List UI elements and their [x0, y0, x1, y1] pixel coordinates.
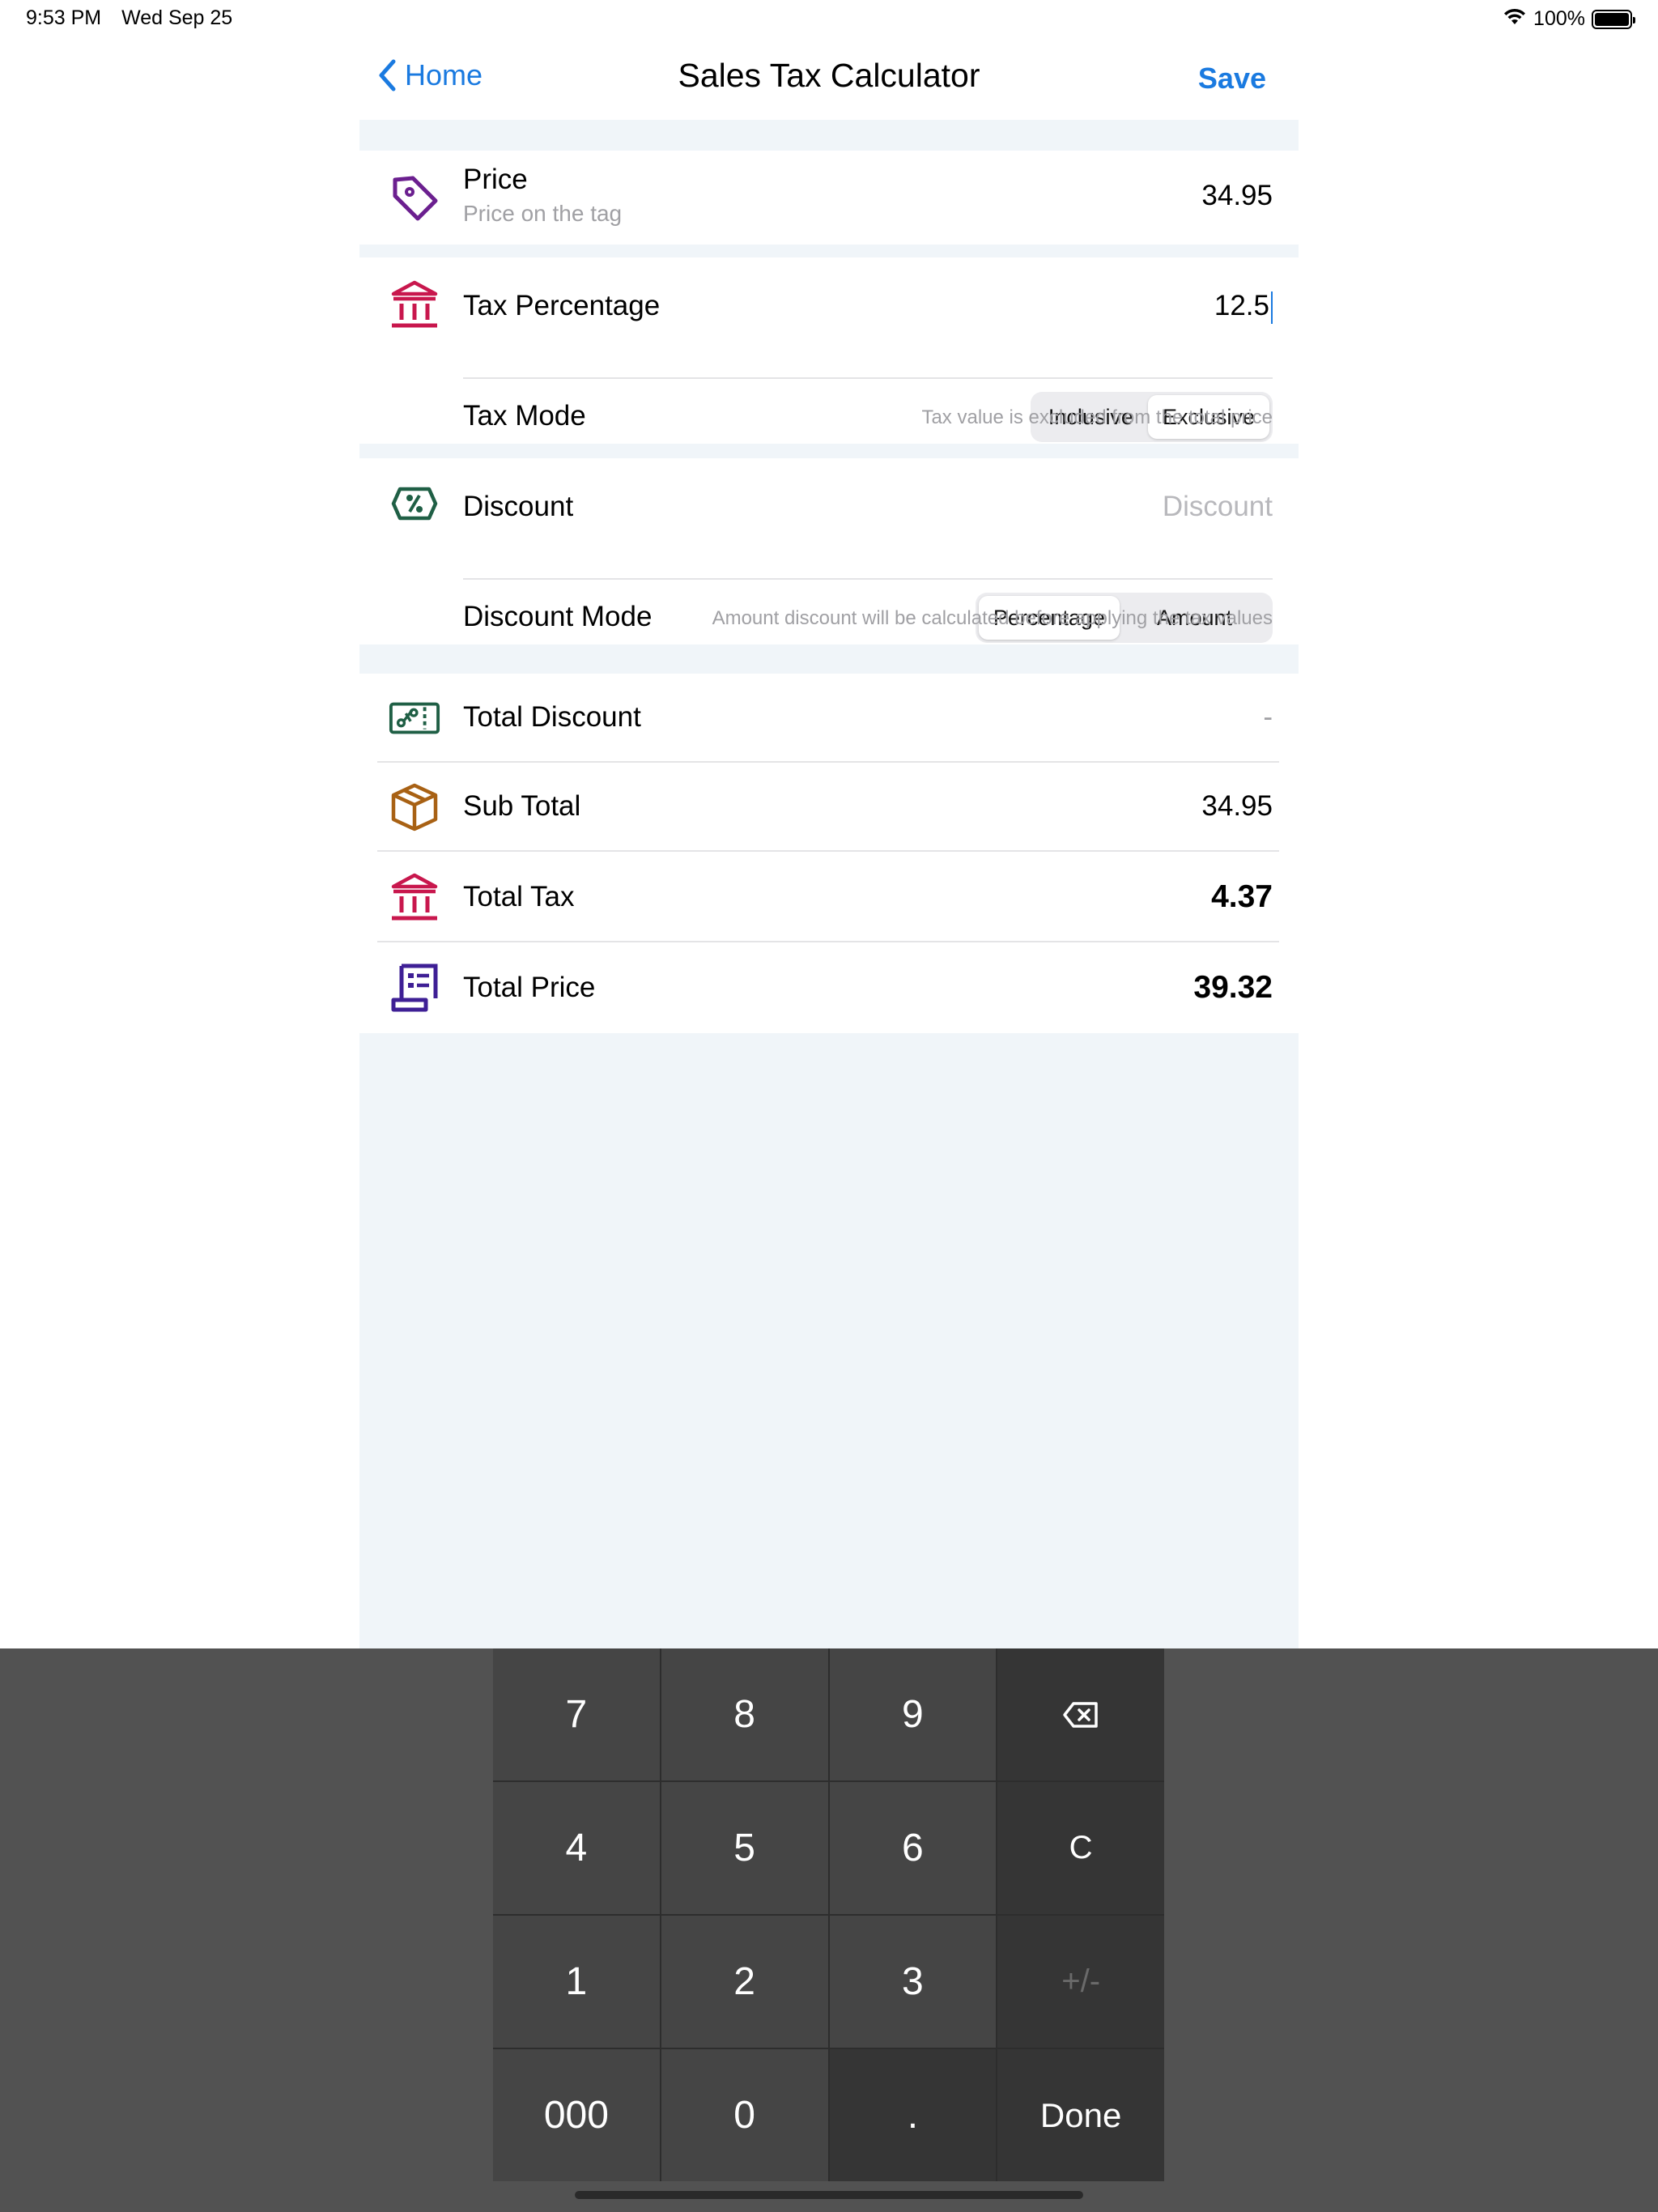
row-divider: [463, 578, 1273, 580]
receipt-icon: [389, 962, 440, 1014]
discount-mode-hint: Amount discount will be calculated befor…: [712, 607, 1273, 629]
text-caret: [1271, 291, 1273, 324]
backspace-icon: [1063, 1701, 1098, 1728]
key-backspace[interactable]: [997, 1648, 1164, 1780]
key-1[interactable]: 1: [493, 1916, 660, 2048]
box-icon: [389, 781, 440, 833]
keypad-grid: 7 8 9 4 5 6 C 1 2 3 +/- 000 0 . Done: [493, 1648, 1164, 2181]
status-time-date: 9:53 PM Wed Sep 25: [26, 6, 247, 30]
calculator-sheet: Home Sales Tax Calculator Save Price Pri…: [359, 40, 1299, 1648]
key-3[interactable]: 3: [829, 1916, 997, 2048]
status-time: 9:53 PM: [26, 6, 102, 29]
key-done[interactable]: Done: [997, 2049, 1164, 2181]
sub-total-value: 34.95: [1201, 790, 1273, 822]
sub-total-row: Sub Total 34.95: [359, 763, 1299, 852]
total-discount-value: -: [1263, 701, 1273, 733]
discount-mode-label: Discount Mode: [463, 601, 653, 632]
page-title: Sales Tax Calculator: [678, 57, 980, 94]
total-discount-row: Total Discount -: [359, 674, 1299, 763]
total-tax-label: Total Tax: [463, 881, 575, 912]
key-9[interactable]: 9: [829, 1648, 997, 1780]
tax-percentage-value: 12.5: [1214, 290, 1269, 321]
sub-total-label: Sub Total: [463, 790, 581, 822]
status-indicators: 100%: [1503, 6, 1635, 32]
tax-mode-label: Tax Mode: [463, 400, 586, 432]
total-tax-value: 4.37: [1211, 879, 1273, 914]
key-4[interactable]: 4: [493, 1782, 660, 1914]
battery-fill: [1595, 12, 1629, 26]
battery-icon: [1592, 9, 1635, 29]
app-screen: 9:53 PM Wed Sep 25 100% Home Sales Tax C…: [0, 0, 1658, 2212]
key-decimal[interactable]: .: [829, 2049, 997, 2181]
price-tag-icon: [389, 172, 440, 223]
navigation-bar: Home Sales Tax Calculator Save: [359, 40, 1299, 120]
discount-input[interactable]: Discount: [1163, 491, 1273, 523]
total-discount-label: Total Discount: [463, 701, 641, 733]
key-plus-minus[interactable]: +/-: [997, 1916, 1164, 2048]
bank-icon: [389, 871, 440, 923]
results-section: Total Discount - Sub Total 34.95 Total T…: [359, 674, 1299, 1033]
total-price-label: Total Price: [463, 972, 596, 1003]
coupon-icon: [389, 692, 440, 744]
price-sublabel: Price on the tag: [463, 201, 623, 226]
save-button[interactable]: Save: [1198, 62, 1266, 96]
battery-percent: 100%: [1533, 7, 1585, 30]
key-7[interactable]: 7: [493, 1648, 660, 1780]
status-bar: 9:53 PM Wed Sep 25 100%: [0, 0, 1658, 40]
wifi-icon: [1503, 6, 1527, 32]
discount-label: Discount: [463, 491, 574, 522]
home-indicator[interactable]: [575, 2191, 1083, 2199]
price-input[interactable]: 34.95: [1201, 180, 1273, 212]
key-6[interactable]: 6: [829, 1782, 997, 1914]
total-price-row: Total Price 39.32: [359, 942, 1299, 1033]
numeric-keyboard: 7 8 9 4 5 6 C 1 2 3 +/- 000 0 . Done: [0, 1648, 1658, 2212]
key-2[interactable]: 2: [661, 1916, 828, 2048]
key-8[interactable]: 8: [661, 1648, 828, 1780]
bank-icon: [389, 279, 440, 330]
tax-mode-hint: Tax value is excluded from the total pri…: [921, 406, 1273, 428]
key-0[interactable]: 0: [661, 2049, 828, 2181]
tax-percentage-label: Tax Percentage: [463, 290, 661, 321]
total-price-value: 39.32: [1193, 970, 1273, 1005]
price-label: Price: [463, 164, 528, 195]
discount-ticket-icon: [389, 478, 440, 530]
key-5[interactable]: 5: [661, 1782, 828, 1914]
status-date: Wed Sep 25: [121, 6, 233, 29]
row-divider: [463, 377, 1273, 379]
key-clear[interactable]: C: [997, 1782, 1164, 1914]
key-000[interactable]: 000: [493, 2049, 660, 2181]
price-section: Price Price on the tag 34.95: [359, 151, 1299, 245]
tax-percentage-input[interactable]: 12.5: [1214, 290, 1273, 324]
total-tax-row: Total Tax 4.37: [359, 852, 1299, 942]
